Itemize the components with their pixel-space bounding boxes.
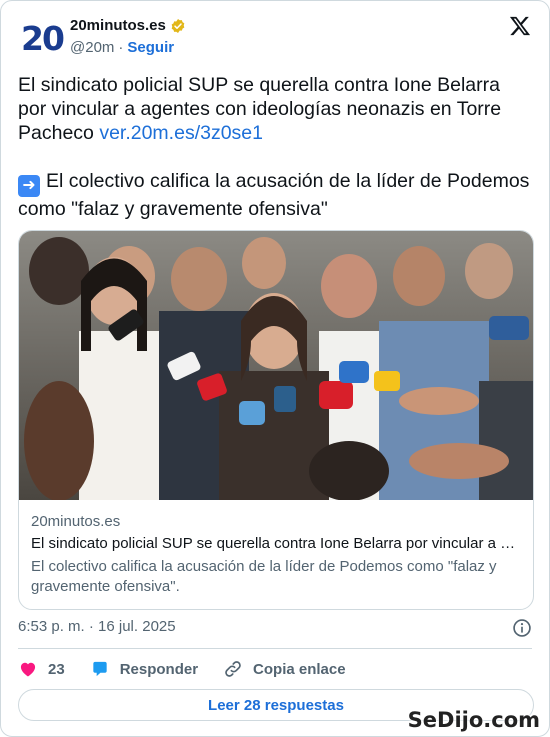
post-timestamp[interactable]: 6:53 p. m. · 16 jul. 2025 — [18, 618, 176, 635]
action-bar: 23 Responder Copia enlace — [18, 658, 371, 680]
link-card-domain: 20minutos.es — [31, 513, 121, 530]
account-name[interactable]: 20minutos.es — [70, 17, 166, 34]
copy-link-button[interactable]: Copia enlace — [223, 659, 346, 679]
like-button[interactable]: 23 — [18, 659, 65, 679]
link-icon — [225, 661, 241, 677]
x-logo-icon[interactable] — [509, 15, 531, 37]
post-summary: El colectivo califica la acusación de la… — [18, 170, 530, 220]
likes-count: 23 — [48, 660, 65, 678]
handle-row: @20m · Seguir — [70, 39, 174, 56]
press-scrum-photo — [19, 231, 533, 500]
info-icon[interactable] — [512, 618, 532, 638]
account-logo-text: 20 — [21, 18, 65, 58]
account-name-row[interactable]: 20minutos.es — [70, 17, 186, 34]
reply-label: Responder — [119, 660, 199, 678]
timestamp-row: 6:53 p. m. · 16 jul. 2025 — [18, 618, 532, 640]
separator-dot: · — [118, 39, 124, 56]
divider — [18, 648, 532, 649]
watermark: SeDijo.com — [407, 708, 540, 732]
embedded-post-card: 20 20minutos.es @20m · Seguir El sindica… — [0, 0, 550, 737]
post-paragraph-1: El sindicato policial SUP se querella co… — [18, 73, 533, 145]
post-link[interactable]: ver.20m.es/3z0se1 — [99, 122, 263, 144]
preview-photo[interactable] — [19, 231, 533, 500]
post-header: 20 20minutos.es @20m · Seguir — [19, 15, 531, 61]
account-avatar[interactable]: 20 — [19, 17, 65, 59]
reply-bubble-icon — [93, 661, 107, 677]
verified-icon — [171, 18, 185, 33]
heart-icon — [20, 662, 36, 677]
link-preview-card[interactable]: 20minutos.es El sindicato policial SUP s… — [18, 230, 534, 610]
link-card-meta: 20minutos.es El sindicato policial SUP s… — [31, 513, 521, 597]
follow-button[interactable]: Seguir — [127, 39, 174, 56]
arrow-right-icon: ➜ — [18, 175, 40, 197]
link-card-title[interactable]: El sindicato policial SUP se querella co… — [31, 535, 521, 552]
account-handle[interactable]: @20m — [70, 39, 114, 56]
post-text: El sindicato policial SUP se querella co… — [18, 73, 533, 221]
copy-link-label: Copia enlace — [253, 660, 346, 678]
link-card-description: El colectivo califica la acusación de la… — [31, 558, 497, 595]
post-paragraph-2: ➜ El colectivo califica la acusación de l… — [18, 169, 533, 221]
reply-button[interactable]: Responder — [90, 659, 198, 679]
